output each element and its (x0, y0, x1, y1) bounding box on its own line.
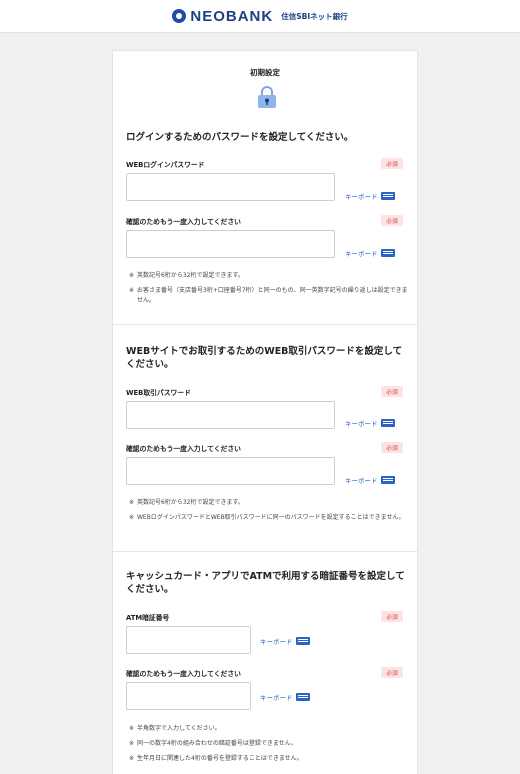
keyboard-button[interactable]: キーボード (345, 191, 395, 201)
required-badge: 必須 (381, 667, 403, 678)
brand-subtitle: 住信SBIネット銀行 (281, 11, 348, 21)
required-badge: 必須 (381, 386, 403, 397)
note: 生年月日に関連した4桁の番号を登録することはできません。 (129, 754, 409, 764)
keyboard-icon (380, 249, 395, 257)
confirm-atm-pin-label: 確認のためもう一度入力してください (126, 670, 241, 678)
keyboard-label: キーボード (345, 420, 378, 428)
keyboard-button[interactable]: キーボード (345, 475, 395, 485)
brand-logo[interactable]: NEOBANK 住信SBIネット銀行 (172, 7, 348, 25)
keyboard-icon (380, 419, 395, 427)
logo-mark-icon (172, 9, 187, 23)
note: お客さま番号（支店番号3桁+口座番号7桁）と同一のもの、同一英数字記号の繰り返し… (129, 286, 409, 306)
keyboard-icon (295, 637, 310, 645)
required-badge: 必須 (381, 611, 403, 622)
keyboard-label: キーボード (345, 193, 378, 201)
setup-card: 初期設定 ログインするためのパスワードを設定してください。 WEBログインパスワ… (112, 50, 418, 774)
brand-name: NEOBANK (190, 7, 274, 25)
confirm-login-password-input[interactable] (126, 230, 335, 258)
atm-pin-input[interactable] (126, 626, 251, 654)
keyboard-label: キーボード (260, 638, 293, 646)
note: 半角数字で入力してください。 (129, 724, 409, 734)
note: 英数記号6桁から32桁で設定できます。 (129, 498, 409, 508)
note: WEBログインパスワードとWEB取引パスワードに同一のパスワードを設定することは… (129, 513, 409, 523)
required-badge: 必須 (381, 442, 403, 453)
keyboard-button[interactable]: キーボード (260, 636, 310, 646)
web-transaction-password-label: WEB取引パスワード (126, 389, 191, 397)
required-badge: 必須 (381, 215, 403, 226)
confirm-login-password-label: 確認のためもう一度入力してください (126, 218, 241, 226)
lock-icon (258, 86, 276, 108)
web-login-password-input[interactable] (126, 173, 335, 201)
top-bar: NEOBANK 住信SBIネット銀行 (0, 0, 520, 33)
keyboard-button[interactable]: キーボード (345, 418, 395, 428)
atm-pin-label: ATM暗証番号 (126, 614, 170, 622)
note: 英数記号6桁から32桁で設定できます。 (129, 271, 409, 281)
section1-title: ログインするためのパスワードを設定してください。 (126, 132, 354, 143)
section2-title: WEBサイトでお取引するためのWEB取引パスワードを設定してください。 (126, 346, 403, 370)
web-transaction-password-input[interactable] (126, 401, 335, 429)
keyboard-icon (295, 693, 310, 701)
confirm-atm-pin-input[interactable] (126, 682, 251, 710)
page-title: 初期設定 (250, 68, 280, 77)
keyboard-icon (380, 476, 395, 484)
keyboard-button[interactable]: キーボード (260, 692, 310, 702)
section3-title: キャッシュカード・アプリでATMで利用する暗証番号を設定してください。 (126, 571, 405, 595)
keyboard-label: キーボード (345, 250, 378, 258)
required-badge: 必須 (381, 158, 403, 169)
confirm-transaction-password-input[interactable] (126, 457, 335, 485)
web-login-password-label: WEBログインパスワード (126, 161, 205, 169)
section-divider (113, 324, 417, 325)
section-divider (113, 551, 417, 552)
keyboard-label: キーボード (260, 694, 293, 702)
keyboard-label: キーボード (345, 477, 378, 485)
confirm-transaction-password-label: 確認のためもう一度入力してください (126, 445, 241, 453)
keyboard-button[interactable]: キーボード (345, 248, 395, 258)
note: 同一の数字4桁の組み合わせの暗証番号は登録できません。 (129, 739, 409, 749)
keyboard-icon (380, 192, 395, 200)
